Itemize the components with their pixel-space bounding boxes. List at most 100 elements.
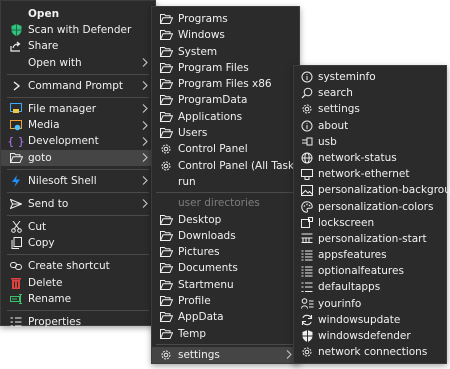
menu-item-open-with[interactable]: Open with	[1, 55, 155, 71]
menu-item-programs[interactable]: Programs	[152, 11, 299, 27]
systeminfo-icon	[300, 69, 314, 85]
menu-item-label: settings	[318, 103, 360, 116]
menu-item-label: Program Files	[178, 61, 249, 74]
menu-item-documents[interactable]: Documents	[152, 260, 299, 276]
menu-item-users[interactable]: Users	[152, 125, 299, 141]
menu-item-share[interactable]: Share	[1, 38, 155, 54]
menu-item-windowsdefender[interactable]: windowsdefender	[294, 328, 446, 344]
chevron-right-icon	[142, 173, 148, 189]
usb-icon	[300, 134, 314, 150]
menu-item-temp[interactable]: Temp	[152, 326, 299, 342]
menu-item-run[interactable]: run	[152, 174, 299, 190]
menu-item-personalization-start[interactable]: personalization-start	[294, 231, 446, 247]
menu-item-media[interactable]: Media	[1, 117, 155, 133]
menu-item-label: optionalfeatures	[318, 265, 404, 278]
menu-item-label: File manager	[28, 102, 97, 115]
menu-item-defaultapps[interactable]: defaultapps	[294, 279, 446, 295]
menu-item-goto[interactable]: goto	[1, 149, 155, 166]
menu-item-label: windowsupdate	[318, 313, 401, 326]
network-status-icon	[300, 150, 314, 166]
menu-item-label: Documents	[178, 262, 238, 275]
menu-item-nilesoft-shell[interactable]: Nilesoft Shell	[1, 173, 155, 189]
media-icon	[9, 117, 23, 133]
folder-open-icon	[159, 244, 173, 260]
folder-open-icon	[159, 60, 173, 76]
menu-item-windows[interactable]: Windows	[152, 27, 299, 43]
menu-item-downloads[interactable]: Downloads	[152, 228, 299, 244]
yourinfo-icon	[300, 296, 314, 312]
menu-item-label: defaultapps	[318, 281, 381, 294]
menu-item-search[interactable]: search	[294, 85, 446, 101]
menu-item-label: Properties	[28, 316, 82, 328]
menu-item-appdata[interactable]: AppData	[152, 309, 299, 325]
menu-item-profile[interactable]: Profile	[152, 293, 299, 309]
menu-item-copy[interactable]: Copy	[1, 235, 155, 251]
nilesoft-logo-icon	[9, 173, 23, 189]
menu-item-about[interactable]: about	[294, 118, 446, 134]
menu-item-send-to[interactable]: Send to	[1, 196, 155, 212]
menu-item-settings[interactable]: settings	[294, 101, 446, 117]
menu-item-startmenu[interactable]: Startmenu	[152, 277, 299, 293]
menu-item-open[interactable]: Open	[1, 6, 155, 22]
blank-icon	[159, 174, 173, 190]
menu-item-pictures[interactable]: Pictures	[152, 244, 299, 260]
menu-item-label: run	[178, 175, 196, 188]
menu-item-windowsupdate[interactable]: windowsupdate	[294, 312, 446, 328]
menu-item-network-ethernet[interactable]: network-ethernet	[294, 166, 446, 182]
rename-icon	[9, 291, 23, 307]
menu-item-label: usb	[318, 135, 337, 148]
menu-item-label: Startmenu	[178, 278, 234, 291]
menu-item-lockscreen[interactable]: lockscreen	[294, 215, 446, 231]
menu-item-program-files-x86[interactable]: Program Files x86	[152, 76, 299, 92]
chevron-right-icon	[142, 117, 148, 133]
menu-item-label: Desktop	[178, 213, 222, 226]
menu-item-label: network connections	[318, 346, 428, 359]
menu-item-development[interactable]: { } Development	[1, 133, 155, 149]
optionalfeatures-icon	[300, 263, 314, 279]
section-header-label: user directories	[178, 197, 260, 210]
personalization-colors-icon	[300, 199, 314, 215]
menu-item-network-status[interactable]: network-status	[294, 150, 446, 166]
chevron-right-icon	[142, 150, 148, 166]
menu-item-properties[interactable]: Properties	[1, 314, 155, 330]
menu-item-label: network-status	[318, 151, 397, 164]
menu-separator	[7, 191, 149, 193]
menu-item-programdata[interactable]: ProgramData	[152, 92, 299, 108]
chevron-right-icon	[286, 347, 292, 363]
folder-open-icon	[159, 309, 173, 325]
menu-item-program-files[interactable]: Program Files	[152, 60, 299, 76]
menu-item-appsfeatures[interactable]: appsfeatures	[294, 247, 446, 263]
menu-item-systeminfo[interactable]: systeminfo	[294, 69, 446, 85]
menu-item-settings[interactable]: settings	[152, 346, 299, 364]
menu-item-usb[interactable]: usb	[294, 134, 446, 150]
menu-item-applications[interactable]: Applications	[152, 109, 299, 125]
menu-item-control-panel-all-tasks[interactable]: Control Panel (All Tasks)	[152, 158, 304, 174]
menu-item-personalization-colors[interactable]: personalization-colors	[294, 199, 446, 215]
windowsupdate-icon	[300, 312, 314, 328]
menu-item-optionalfeatures[interactable]: optionalfeatures	[294, 263, 446, 279]
prompt-chevron-icon	[9, 78, 23, 94]
menu-item-create-shortcut[interactable]: Create shortcut	[1, 258, 155, 274]
menu-item-delete[interactable]: Delete	[1, 275, 155, 291]
menu-item-file-manager[interactable]: File manager	[1, 101, 155, 117]
folder-open-icon	[159, 326, 173, 342]
menu-item-system[interactable]: System	[152, 44, 299, 60]
folder-open-icon	[159, 293, 173, 309]
menu-item-control-panel[interactable]: Control Panel	[152, 141, 299, 157]
menu-item-command-prompt[interactable]: Command Prompt	[1, 78, 155, 94]
menu-item-personalization-background[interactable]: personalization-background	[294, 182, 450, 198]
menu-separator	[156, 192, 295, 194]
menu-separator	[7, 254, 149, 256]
menu-item-rename[interactable]: Rename	[1, 291, 155, 307]
folder-open-icon	[159, 44, 173, 60]
menu-item-label: Copy	[28, 237, 55, 250]
gear-icon	[159, 347, 173, 363]
menu-item-cut[interactable]: Cut	[1, 219, 155, 235]
menu-item-network-connections[interactable]: network connections	[294, 344, 446, 360]
menu-item-scan-defender[interactable]: Scan with Defender	[1, 22, 155, 38]
menu-item-label: settings	[178, 348, 220, 361]
section-header-user-directories: user directories	[152, 195, 299, 211]
menu-item-desktop[interactable]: Desktop	[152, 212, 299, 228]
menu-item-yourinfo[interactable]: yourinfo	[294, 296, 446, 312]
menu-item-label: Rename	[28, 292, 72, 305]
